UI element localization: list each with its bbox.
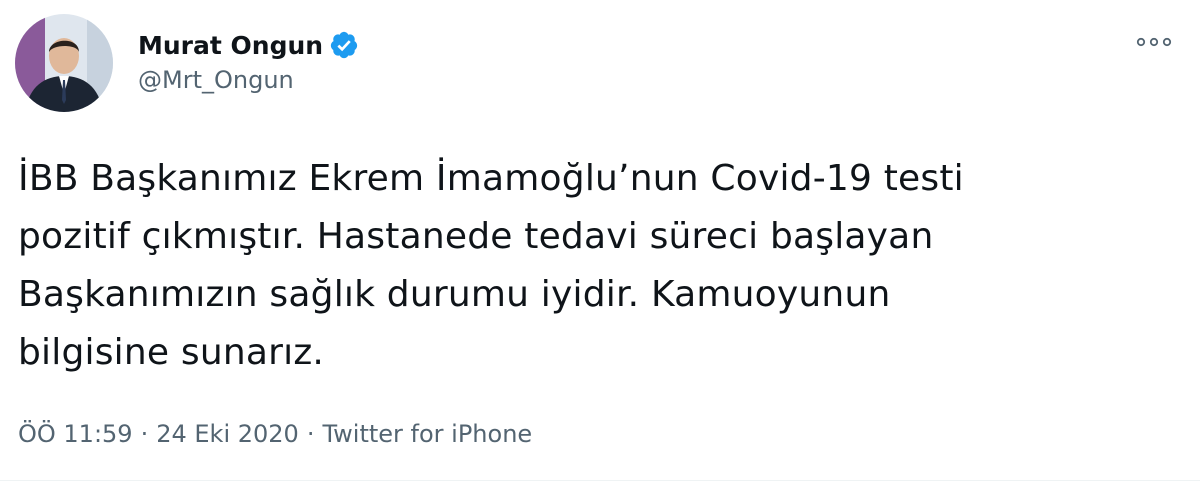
- author-display-name[interactable]: Murat Ongun: [138, 31, 323, 60]
- meta-separator: ·: [140, 420, 149, 448]
- divider: [0, 480, 1200, 481]
- author-handle[interactable]: @Mrt_Ongun: [138, 66, 359, 94]
- tweet-text-line: Başkanımızın sağlık durumu iyidir. Kamuo…: [18, 274, 891, 315]
- tweet-source[interactable]: Twitter for iPhone: [322, 420, 532, 448]
- avatar-image: [15, 14, 113, 112]
- tweet-time[interactable]: ÖÖ 11:59: [18, 420, 133, 448]
- tweet-meta: ÖÖ 11:59 · 24 Eki 2020 · Twitter for iPhone: [18, 420, 532, 448]
- tweet-text-line: bilgisine sunarız.: [18, 332, 325, 373]
- more-options-icon[interactable]: [1134, 32, 1174, 52]
- tweet-text: İBB Başkanımız Ekrem İmamoğlu’nun Covid-…: [18, 150, 1158, 382]
- author-name-row: Murat Ongun: [138, 28, 359, 62]
- tweet-text-line: İBB Başkanımız Ekrem İmamoğlu’nun Covid-…: [18, 158, 964, 199]
- author-block: Murat Ongun @Mrt_Ongun: [138, 28, 359, 94]
- avatar[interactable]: [15, 14, 113, 112]
- tweet-text-line: pozitif çıkmıştır. Hastanede tedavi süre…: [18, 216, 934, 257]
- verified-badge-icon: [329, 30, 359, 60]
- tweet-card: Murat Ongun @Mrt_Ongun İBB Başkanımız Ek…: [0, 0, 1200, 485]
- meta-separator: ·: [306, 420, 315, 448]
- tweet-date[interactable]: 24 Eki 2020: [156, 420, 299, 448]
